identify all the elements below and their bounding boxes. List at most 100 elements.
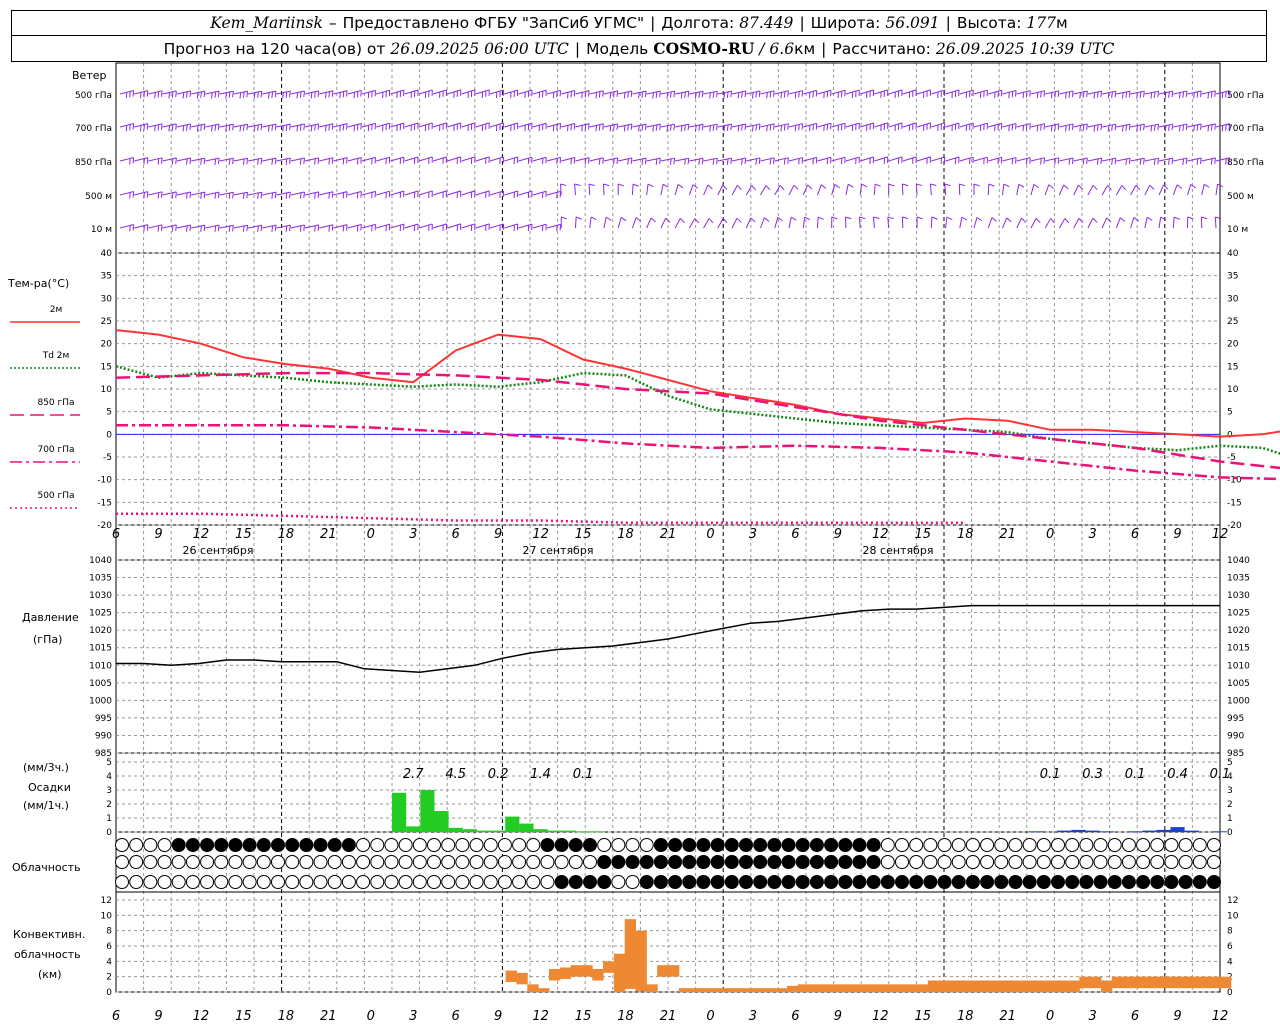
cloud-cover-circle [1192,855,1207,869]
wind-barb-feather [242,225,245,232]
wind-level-label-right: 500 гПа [1227,91,1264,101]
wind-barb-shaft [717,184,724,196]
wind-level-label: 850 гПа [75,158,112,168]
wind-barb-feather [1182,124,1185,131]
wind-barb-feather [203,91,206,98]
temp-tick-left: -5 [103,453,112,463]
wind-level-label: 10 м [91,225,112,235]
wind-barb-feather [257,225,259,232]
cloud-cover-circle [1051,855,1065,869]
hour-label-bottom: 9 [494,1009,502,1024]
cloud-cover-circle [115,875,129,889]
conv-cloud-bar [678,988,691,992]
cloud-cover-circle [824,875,839,889]
cloud-cover-circle [384,838,399,852]
wind-barb-feather [723,92,726,99]
wind-barb-feather [659,158,661,165]
wind-barb-feather [1057,157,1060,164]
wind-barb-feather [655,124,658,131]
wind-barb-feather [669,91,672,98]
wind-barb-shaft [631,217,637,229]
precip-bar [406,826,421,832]
wind-barb-shaft [1073,218,1080,229]
cloud-cover-circle [767,875,782,889]
hour-label-bottom: 9 [1173,1009,1181,1024]
conv-cloud-bar [548,969,561,981]
wind-level-label-right: 10 м [1227,225,1248,235]
wind-barb-feather [1157,158,1160,165]
cloud-cover-circle [1107,855,1122,869]
cloud-cover-circle [753,838,768,852]
wind-barb-feather [157,225,160,232]
wind-barb-feather [289,124,291,131]
cloud-cover-circle [923,875,938,889]
wind-barb-feather [189,123,192,131]
wind-barb-shaft [1002,217,1008,229]
cloud-cover-circle [327,855,342,869]
cloud-cover-circle [965,838,980,852]
wind-barb-shaft [1115,185,1123,196]
cloud-cover-circle [980,855,995,869]
wind-barb-feather [1135,185,1141,191]
cloud-cover-circle [1022,855,1037,869]
hour-label-bottom: 15 [575,1009,592,1024]
wind-barb-feather [723,125,726,132]
wind-barb-feather [623,125,626,132]
conv-tick-right: 10 [1227,911,1239,921]
conv-cloud-bar [505,970,517,983]
wind-barb-feather [1228,157,1231,164]
cloud-cover-circle [427,875,441,889]
cloud-cover-circle [880,855,895,869]
wind-barb-feather [946,216,953,221]
wind-barb-feather [751,125,754,132]
conv-cloud-bar [1176,976,1189,989]
cloud-cover-circle [1065,855,1080,869]
wind-barb-feather [959,183,966,187]
cloud-cover-circle [668,838,683,852]
conv-cloud-bar [624,919,637,989]
wind-barb-feather [627,91,629,98]
wind-barb-feather [741,158,743,165]
wind-barb-feather [161,123,163,130]
cloud-cover-circle [838,875,853,889]
hour-label-bottom: 6 [791,1009,799,1024]
wind-barb-feather [242,158,245,165]
hour-label-top: 12 [532,527,549,542]
wind-barb-feather [684,158,686,165]
cloud-cover-circle [852,855,867,869]
conv-cloud-bar [743,988,756,992]
wind-barb-shaft [546,156,561,162]
wind-barb-feather [1153,158,1156,165]
wind-barb-feather [1043,157,1046,164]
wind-barb-feather [146,90,149,97]
conv-cloud-bar [646,984,658,992]
wind-barb-feather [1125,158,1128,165]
temp-legend-label: 500 гПа [37,491,74,501]
wind-barb-feather [228,124,231,131]
wind-barb-shaft [574,183,576,196]
cloud-cover-circle [412,838,427,852]
cloud-cover-circle [115,855,129,869]
wind-barb-feather [820,184,827,189]
wind-barb-feather [845,216,852,220]
wind-barb-feather [303,224,305,232]
wind-barb-feather [274,192,277,199]
wind-barb-feather [1003,183,1010,188]
wind-barb-shaft [404,223,419,229]
wind-barb-feather [214,158,217,165]
wind-barb-feather [189,224,192,232]
wind-barb-shaft [944,183,947,196]
wind-barb-feather [726,91,729,98]
wind-barb-feather [200,192,202,199]
pressure-tick-left: 1000 [89,696,112,706]
wind-barb-feather [1071,123,1074,130]
wind-barb-shaft [660,184,664,196]
wind-barb-feather [684,91,686,98]
hour-label-top: 12 [1212,527,1229,542]
wind-barb-feather [1171,124,1174,131]
wind-barb-feather [143,225,145,232]
wind-barb-shaft [1158,217,1162,229]
wind-barb-feather [242,91,245,98]
cloud-cover-circle [568,855,583,869]
cloud-cover-circle [781,875,796,889]
